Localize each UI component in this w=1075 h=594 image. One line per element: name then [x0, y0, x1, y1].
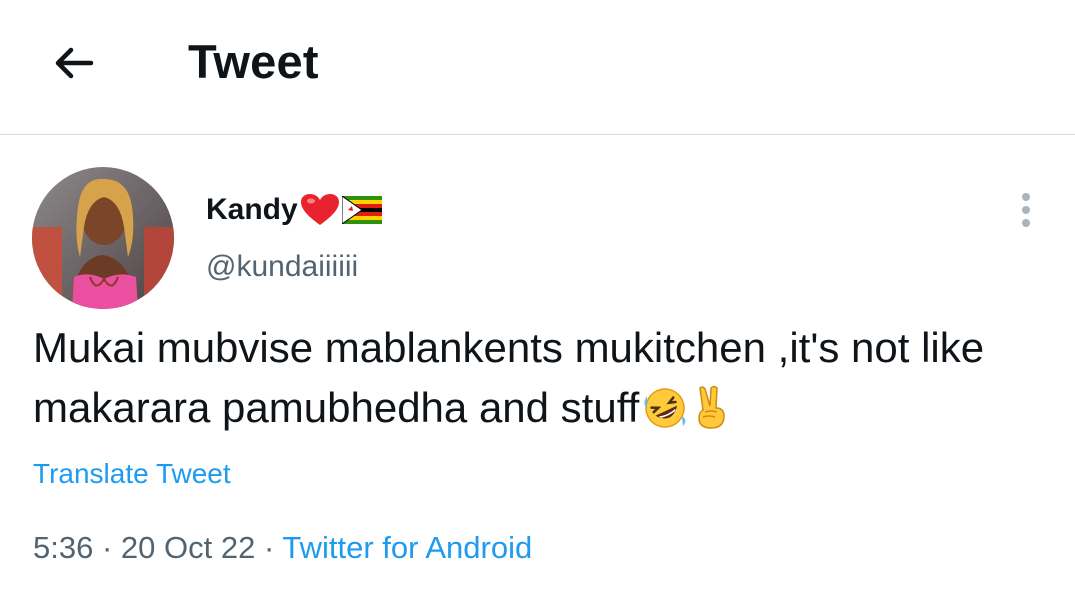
avatar[interactable]	[32, 167, 174, 309]
arrow-left-icon	[55, 47, 94, 79]
translate-tweet-link[interactable]: Translate Tweet	[33, 458, 231, 490]
separator: ·	[263, 530, 275, 565]
page-title: Tweet	[188, 35, 319, 88]
vertical-ellipsis-icon	[1022, 193, 1030, 227]
tweet-text: Mukai mubvise mablankents mukitchen ,it'…	[33, 318, 1043, 446]
top-app-bar: Tweet	[0, 0, 1075, 135]
tweet-text-body: Mukai mubvise mablankents mukitchen ,it'…	[33, 324, 985, 431]
author-name[interactable]: Kandy	[206, 193, 382, 227]
separator: ·	[101, 530, 113, 565]
tweet-source-link[interactable]: Twitter for Android	[282, 530, 532, 565]
victory-hand-icon	[691, 384, 731, 446]
profile-photo	[32, 167, 174, 309]
more-options-button[interactable]	[1008, 190, 1044, 230]
tweet-date: 20 Oct 22	[120, 530, 256, 565]
zimbabwe-flag-icon	[341, 196, 382, 224]
rolling-on-floor-laughing-icon	[643, 386, 687, 446]
back-button[interactable]	[44, 37, 102, 89]
author-name-text: Kandy	[206, 193, 298, 226]
red-heart-icon	[300, 194, 339, 225]
tweet-metadata: 5:36 · 20 Oct 22 · Twitter for Android	[33, 530, 532, 566]
author-handle[interactable]: @kundaiiiiii	[206, 250, 358, 284]
tweet-time: 5:36	[33, 530, 94, 565]
